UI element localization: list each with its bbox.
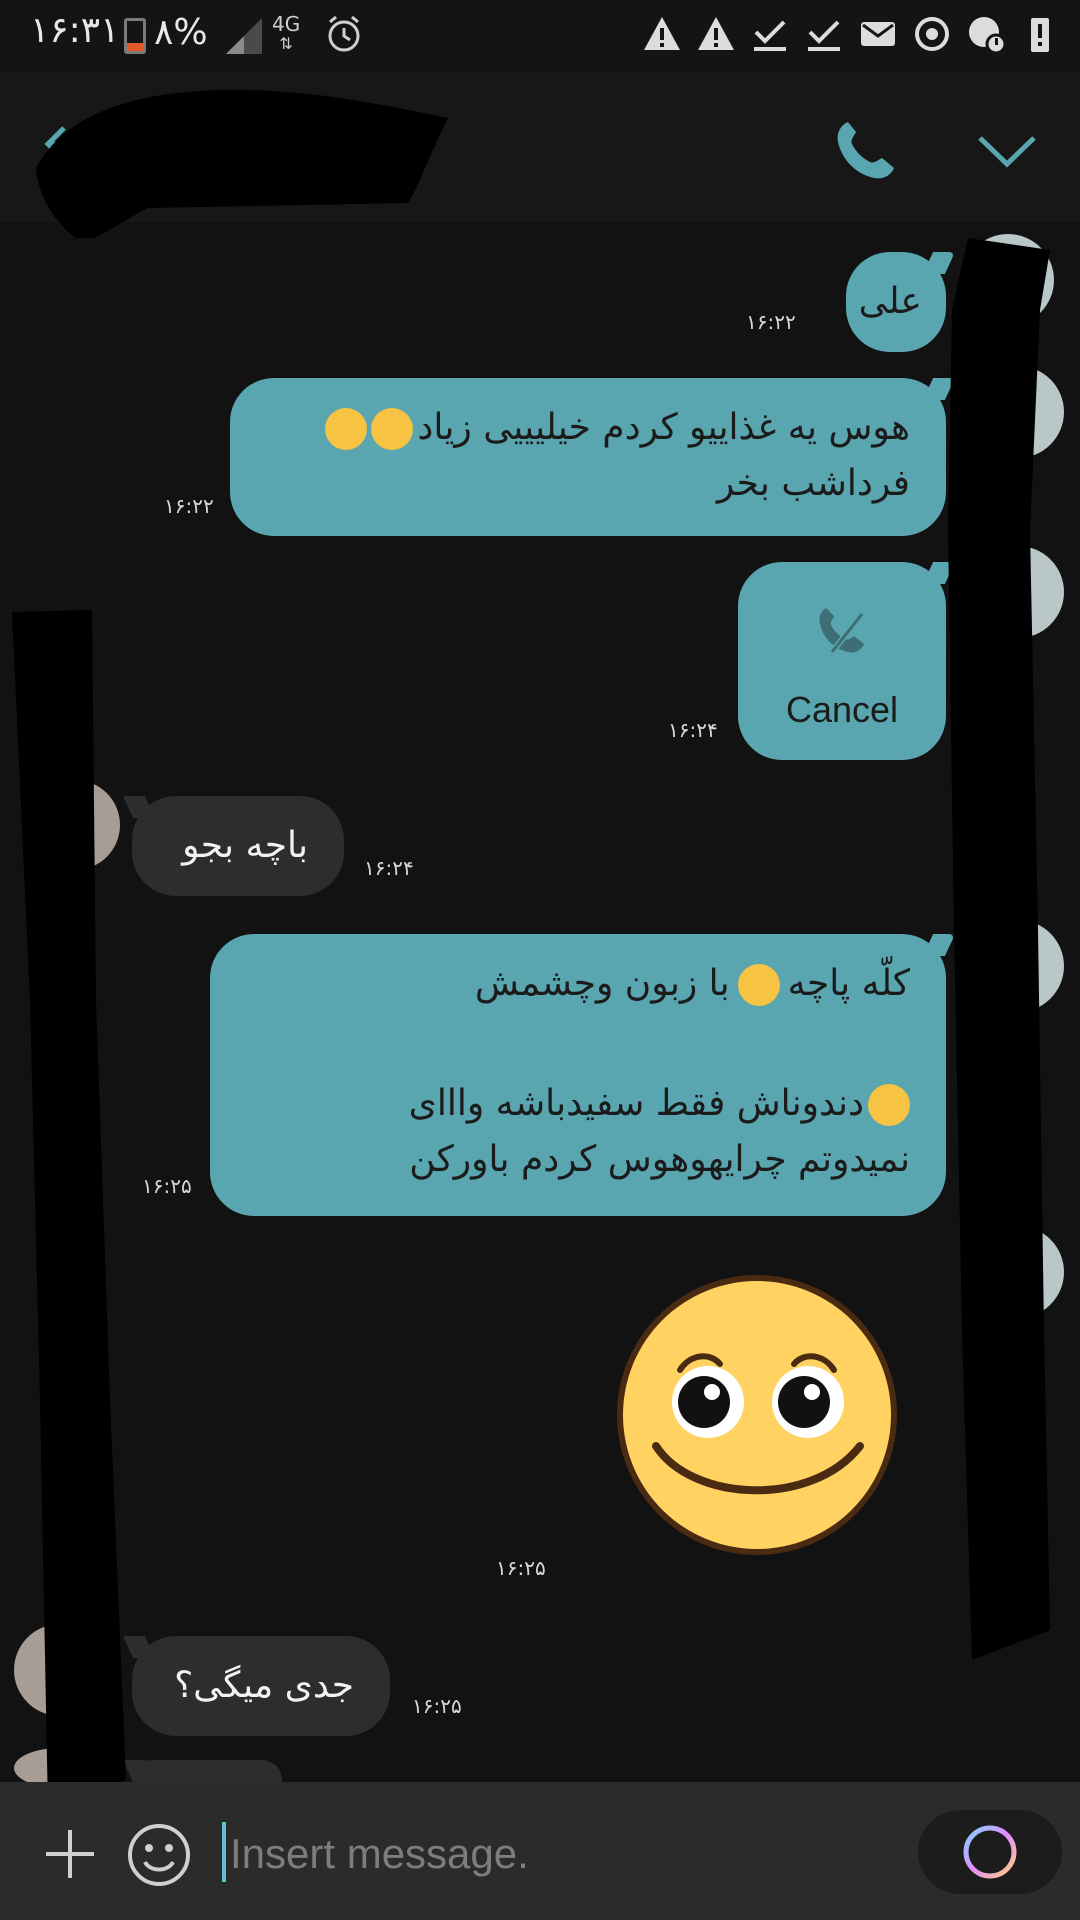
message-text-line: کلّه پاچهبا زبون وچشمش [474,963,910,1006]
status-bar: ۱۶:۳۱ ۸% 4G ⇅ [0,0,1080,72]
message-bubble[interactable]: جدی میگی؟ [132,1636,390,1736]
message-text: علی [858,281,922,322]
message-text-line: نمیدوتم چرایهوهوس کردم باورکن [409,1139,910,1180]
call-bubble[interactable]: Cancel [738,562,946,760]
message-text-line: هوس یه غذاییو کردم خیلیییی زیاد [266,400,910,456]
battery-icon [124,18,146,54]
kissing-face-emoji-icon [868,1084,910,1126]
status-time: ۱۶:۳۱ [30,10,120,51]
kissing-face-emoji-icon [737,964,780,1006]
message-input[interactable] [228,1818,882,1890]
warning-icon [698,17,734,50]
message-text: باچه بجو [182,825,308,866]
notification-icons [642,14,1060,54]
smiley-sticker[interactable] [612,1270,902,1560]
network-indicator: 4G ⇅ [272,12,301,53]
chat-header [0,72,1080,238]
message-bubble[interactable]: کلّه پاچهبا زبون وچشمش دندوناش فقط سفیدب… [210,934,946,1216]
message-text-line: دندوناش فقط سفیدباشه واااى [246,1076,910,1132]
tired-face-emoji-icon [325,408,368,450]
message-text: جدی میگی؟ [174,1665,354,1706]
security-alert-icon [969,17,1006,54]
message-time: ۱۶:۲۵ [142,1174,192,1198]
message-time: ۱۶:۲۲ [746,310,796,334]
download-done-icon [754,20,786,51]
chevron-down-icon[interactable] [972,120,1042,180]
alarm-icon [328,15,360,52]
send-button[interactable] [918,1810,1062,1894]
mail-icon [861,22,895,46]
call-status-label: Cancel [785,689,899,730]
missed-call-icon [819,608,865,654]
signal-icon [226,18,262,54]
redaction-right [948,238,1050,1660]
message-bubble[interactable]: هوس یه غذاییو کردم خیلیییی زیاد فرداشب ب… [230,378,946,536]
message-bubble[interactable]: باچه بجو [132,796,344,896]
download-done-icon [808,20,840,51]
battery-alert-icon [1031,18,1049,52]
message-time: ۱۶:۲۴ [668,718,718,742]
battery-percent: ۸% [154,12,208,53]
message-time: ۱۶:۲۵ [412,1694,462,1718]
assistant-ring-icon [963,1825,1017,1879]
message-bubble[interactable]: علی [846,252,946,352]
message-time: ۱۶:۲۴ [364,856,414,880]
warning-icon [644,17,680,50]
plus-icon[interactable] [42,1826,98,1882]
text-cursor [222,1822,226,1882]
redaction-left [12,610,126,1810]
phone-call-icon[interactable] [830,114,900,184]
emoji-icon[interactable] [126,1822,192,1888]
message-composer [0,1782,1080,1920]
message-text-line: فرداشب بخر [716,463,910,504]
contact-name-redacted [36,89,448,238]
message-time: ۱۶:۲۲ [164,494,214,518]
sweat-emoji-icon [371,408,414,450]
sync-icon [915,17,949,51]
message-time: ۱۶:۲۵ [496,1556,546,1580]
